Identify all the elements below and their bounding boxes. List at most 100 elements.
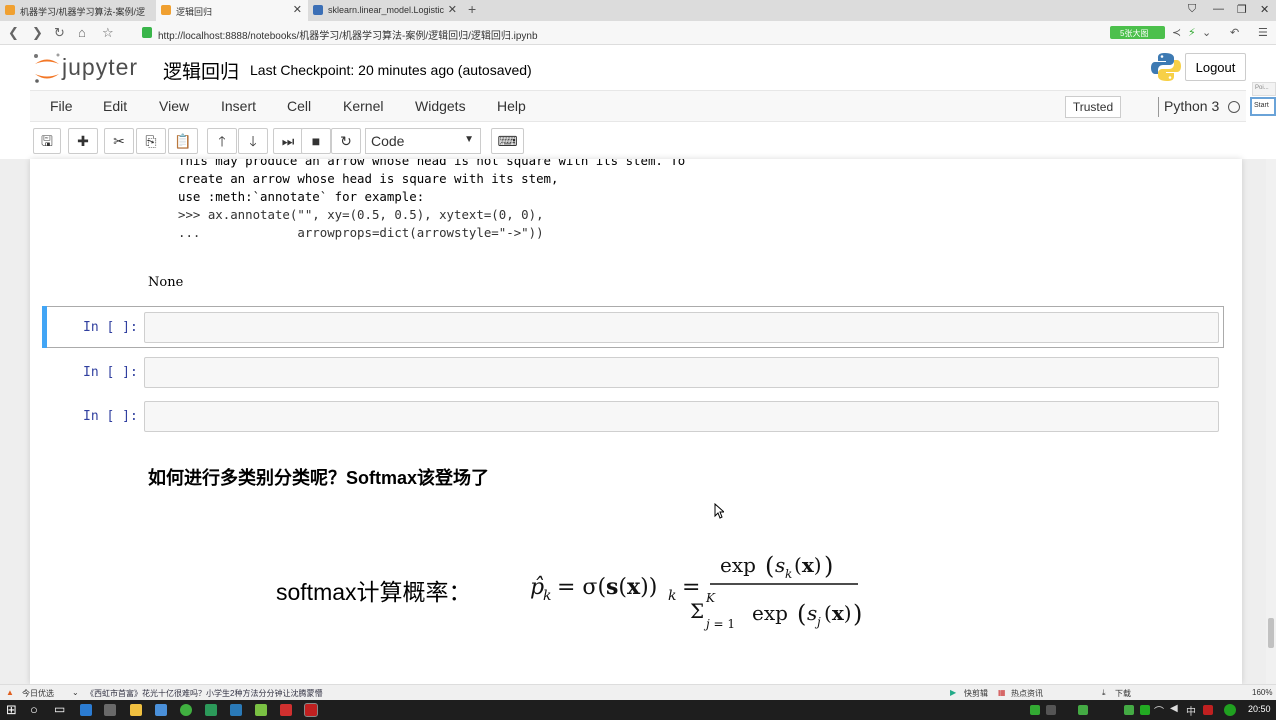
- svg-text:(x): (x): [824, 601, 852, 625]
- cut-button[interactable]: ✂: [104, 128, 134, 154]
- new-tab-button[interactable]: +: [468, 1, 476, 17]
- url-input[interactable]: http://localhost:8888/notebooks/机器学习/机器学…: [140, 24, 1100, 42]
- tab-label: 机器学习/机器学习算法-案例/逻: [20, 7, 145, 17]
- edge-icon[interactable]: [80, 704, 92, 716]
- python-logo-icon: [1151, 53, 1181, 81]
- app-icon[interactable]: [230, 704, 242, 716]
- side-panel-tab[interactable]: Poi...: [1252, 82, 1276, 96]
- menu-edit[interactable]: Edit: [103, 98, 127, 114]
- lightning-icon[interactable]: ⚡: [1188, 26, 1196, 39]
- tray-icon[interactable]: [1140, 705, 1150, 715]
- menu-kernel[interactable]: Kernel: [343, 98, 383, 114]
- copy-button[interactable]: ⎘: [136, 128, 166, 154]
- mail-icon[interactable]: [155, 704, 167, 716]
- move-down-button[interactable]: 🡓: [238, 128, 268, 154]
- svg-text:(: (: [797, 600, 806, 628]
- menu-cell[interactable]: Cell: [287, 98, 311, 114]
- tray-icon[interactable]: [1124, 705, 1134, 715]
- browser-tab-3[interactable]: sklearn.linear_model.Logistic ✕: [308, 0, 463, 21]
- home-icon[interactable]: ⌂: [78, 25, 86, 40]
- app-icon[interactable]: [205, 704, 217, 716]
- scrollbar-thumb[interactable]: [1268, 618, 1274, 648]
- code-cell-1[interactable]: In [ ]:: [42, 306, 1224, 348]
- input-prompt: In [ ]:: [83, 409, 138, 424]
- svg-text:Σ: Σ: [690, 599, 704, 623]
- image-badge[interactable]: 5张大图: [1110, 26, 1165, 39]
- jupyter-favicon-icon: [161, 5, 171, 15]
- command-palette-button[interactable]: ⌨: [491, 128, 524, 154]
- browser-tab-1[interactable]: 机器学习/机器学习算法-案例/逻: [0, 0, 156, 21]
- logout-button[interactable]: Logout: [1185, 53, 1246, 81]
- code-input[interactable]: [144, 312, 1219, 343]
- code-input[interactable]: [144, 401, 1219, 432]
- output-line: >>> ax.annotate("", xy=(0.5, 0.5), xytex…: [178, 207, 544, 222]
- close-tab-icon[interactable]: ✕: [293, 3, 302, 16]
- copy-icon: ⎘: [145, 133, 157, 149]
- tray-icon[interactable]: [1224, 704, 1236, 716]
- trusted-indicator[interactable]: Trusted: [1065, 96, 1121, 118]
- close-window-icon[interactable]: ✕: [1260, 3, 1269, 16]
- insert-cell-button[interactable]: ✚: [68, 128, 98, 154]
- vertical-scrollbar[interactable]: [1266, 159, 1276, 684]
- explorer-icon[interactable]: [130, 704, 142, 716]
- browser-tab-2[interactable]: 逻辑回归 ✕: [156, 0, 308, 21]
- back-icon[interactable]: ❮: [8, 25, 19, 41]
- store-icon[interactable]: [104, 704, 116, 716]
- svg-text:): ): [853, 600, 862, 628]
- forward-icon[interactable]: ❯: [32, 25, 43, 41]
- notebook-name[interactable]: 逻辑回归: [163, 57, 239, 84]
- sklearn-favicon-icon: [313, 5, 323, 15]
- menu-widgets[interactable]: Widgets: [415, 98, 466, 114]
- download-icon: ⤓: [1102, 688, 1106, 697]
- paste-button[interactable]: 📋: [168, 128, 198, 154]
- code-cell-2[interactable]: In [ ]:: [42, 351, 1224, 393]
- undo-icon[interactable]: ↶: [1230, 26, 1239, 39]
- svg-text:k: k: [543, 588, 551, 604]
- interrupt-button[interactable]: ■: [301, 128, 331, 154]
- start-button[interactable]: Start: [1250, 97, 1276, 116]
- code-input[interactable]: [144, 357, 1219, 388]
- kernel-name[interactable]: Python 3: [1164, 98, 1219, 114]
- app-icon[interactable]: [280, 704, 292, 716]
- run-button[interactable]: ⏭: [273, 128, 303, 154]
- task-view-icon[interactable]: ▭: [54, 702, 65, 716]
- chevron-down-icon[interactable]: ⌄: [1202, 26, 1211, 39]
- windows-start-icon[interactable]: ⊞: [6, 702, 17, 718]
- tray-icon[interactable]: [1078, 705, 1088, 715]
- news-ticker[interactable]: 《西虹市首富》花光十亿很难吗？小学生2种方法分分钟让沈腾蒙懵: [86, 688, 322, 699]
- flame-icon: ▲: [6, 688, 14, 697]
- share-icon[interactable]: ≺: [1172, 26, 1181, 39]
- menu-icon[interactable]: ☰: [1258, 26, 1268, 39]
- menu-file[interactable]: File: [50, 98, 73, 114]
- cell-type-select[interactable]: Code ▼: [365, 128, 481, 154]
- today-picks[interactable]: 今日优选: [22, 688, 54, 699]
- code-cell-3[interactable]: In [ ]:: [42, 395, 1224, 437]
- app-icon[interactable]: [255, 704, 267, 716]
- bookmark-star-icon[interactable]: ☆: [102, 25, 114, 41]
- tray-icon[interactable]: [1203, 705, 1213, 715]
- save-button[interactable]: 🖫: [33, 128, 61, 154]
- reload-icon[interactable]: ↻: [54, 25, 65, 41]
- search-icon[interactable]: ○: [30, 702, 38, 717]
- downloads[interactable]: 下载: [1115, 688, 1131, 699]
- ime-lang[interactable]: 中: [1186, 703, 1196, 718]
- minimize-icon[interactable]: —: [1213, 3, 1224, 15]
- menu-insert[interactable]: Insert: [221, 98, 256, 114]
- shirt-icon[interactable]: ⛉: [1188, 3, 1196, 16]
- browser-360-icon[interactable]: [180, 704, 192, 716]
- hot-news[interactable]: 热点资讯: [1011, 688, 1043, 699]
- quick-clip[interactable]: 快剪辑: [964, 688, 988, 699]
- volume-icon[interactable]: ◀: [1170, 703, 1178, 714]
- zoom-level[interactable]: 160%: [1252, 688, 1272, 697]
- tray-icon[interactable]: [1030, 705, 1040, 715]
- close-tab-icon[interactable]: ✕: [448, 3, 457, 16]
- menu-help[interactable]: Help: [497, 98, 526, 114]
- move-up-button[interactable]: 🡑: [207, 128, 237, 154]
- clock[interactable]: 20:50: [1248, 704, 1271, 714]
- menu-view[interactable]: View: [159, 98, 189, 114]
- wifi-icon[interactable]: ⌒: [1154, 703, 1164, 718]
- maximize-icon[interactable]: ❐: [1237, 3, 1247, 16]
- app-icon[interactable]: [304, 703, 318, 717]
- tray-icon[interactable]: [1046, 705, 1056, 715]
- restart-button[interactable]: ↻: [331, 128, 361, 154]
